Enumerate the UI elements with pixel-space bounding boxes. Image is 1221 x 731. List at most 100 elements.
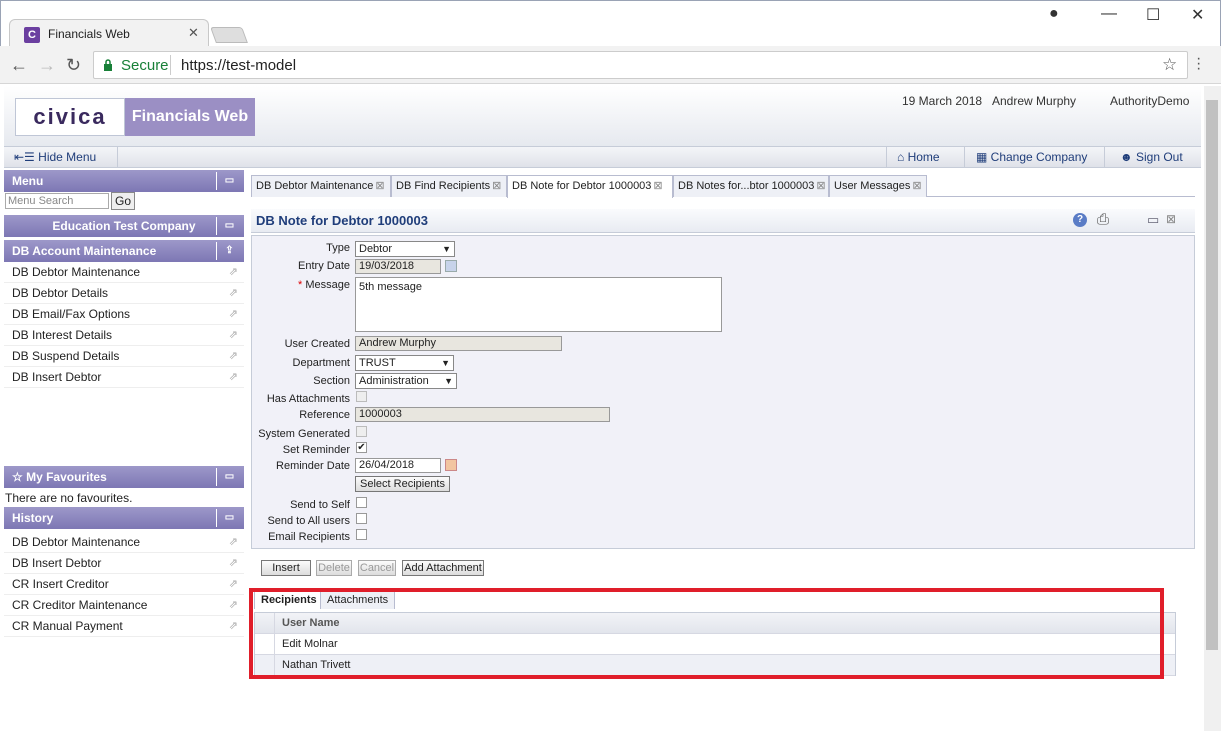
dropdown-arrow-icon: ▼ [444, 376, 453, 386]
print-icon[interactable]: ⎙ [1097, 211, 1109, 228]
reminder-date-field[interactable]: 26/04/2018 [355, 458, 441, 473]
close-panel-icon[interactable]: ⊠ [1166, 212, 1176, 226]
tab-note-for-debtor[interactable]: DB Note for Debtor 1000003 ⊠ [507, 175, 673, 198]
entry-date-field[interactable]: 19/03/2018 [355, 259, 441, 274]
open-external-icon[interactable]: ⇗ [229, 553, 238, 574]
tab-notes-for-debtor[interactable]: DB Notes for...btor 1000003 ⊠ [673, 175, 829, 197]
cancel-button[interactable]: Cancel [358, 560, 396, 576]
history-item[interactable]: CR Creditor Maintenance ⇗ [4, 595, 244, 616]
close-window-icon[interactable]: ✕ [1191, 5, 1204, 25]
select-recipients-button[interactable]: Select Recipients [355, 476, 450, 492]
company-header[interactable]: Education Test Company ▭ [4, 215, 244, 237]
back-icon[interactable]: ← [10, 55, 28, 76]
tab-close-icon[interactable]: ⊠ [375, 180, 384, 192]
open-external-icon[interactable]: ⇗ [229, 574, 238, 595]
user-created-field[interactable]: Andrew Murphy [355, 336, 562, 351]
section-select[interactable]: Administration ▼ [355, 373, 457, 389]
history-item[interactable]: DB Debtor Maintenance ⇗ [4, 532, 244, 553]
tab-find-recipients[interactable]: DB Find Recipients ⊠ [391, 175, 507, 197]
help-icon[interactable]: ? [1073, 213, 1087, 227]
system-generated-checkbox[interactable] [356, 426, 367, 437]
open-external-icon[interactable]: ⇗ [229, 283, 238, 304]
menu-item[interactable]: DB Email/Fax Options ⇗ [4, 304, 244, 325]
history-item[interactable]: CR Insert Creditor ⇗ [4, 574, 244, 595]
has-attachments-checkbox[interactable] [356, 391, 367, 402]
address-bar[interactable]: Secure https://test-model ☆ [93, 51, 1188, 79]
section-header[interactable]: DB Account Maintenance ⇪ [4, 240, 244, 262]
change-company-link[interactable]: ▦ Change Company [976, 150, 1087, 164]
open-external-icon[interactable]: ⇗ [229, 532, 238, 553]
send-to-all-checkbox[interactable] [356, 513, 367, 524]
type-select[interactable]: Debtor ▼ [355, 241, 455, 257]
reference-field[interactable]: 1000003 [355, 407, 610, 422]
tab-user-messages[interactable]: User Messages ⊠ [829, 175, 927, 197]
tab-close-icon[interactable]: ⊠ [816, 180, 825, 192]
calendar-icon[interactable] [445, 260, 457, 272]
section-up-icon[interactable]: ⇪ [216, 242, 242, 260]
panel-title-bar: DB Note for Debtor 1000003 ? ⎙ ▭ ⊠ [251, 209, 1195, 233]
menu-item[interactable]: DB Interest Details ⇗ [4, 325, 244, 346]
header-authority: AuthorityDemo [1110, 94, 1190, 108]
email-recipients-checkbox[interactable] [356, 529, 367, 540]
tab-close-icon[interactable]: ⊠ [492, 180, 501, 192]
hide-menu-label: Hide Menu [38, 150, 97, 164]
open-external-icon[interactable]: ⇗ [229, 346, 238, 367]
history-item[interactable]: DB Insert Debtor ⇗ [4, 553, 244, 574]
bookmark-star-icon[interactable]: ☆ [1162, 55, 1177, 75]
maximize-icon[interactable]: ☐ [1146, 5, 1160, 25]
menu-item[interactable]: DB Debtor Maintenance ⇗ [4, 262, 244, 283]
browser-menu-icon[interactable]: · · · [1196, 51, 1201, 77]
reminder-date-label: Reminder Date [276, 460, 350, 472]
open-external-icon[interactable]: ⇗ [229, 595, 238, 616]
browser-window-top: C Financials Web ✕ ● — ☐ ✕ [0, 0, 1221, 48]
url-text[interactable]: https://test-model [181, 57, 296, 74]
open-external-icon[interactable]: ⇗ [229, 367, 238, 388]
insert-button[interactable]: Insert [261, 560, 311, 576]
set-reminder-checkbox[interactable]: ✔ [356, 442, 367, 453]
add-attachment-button[interactable]: Add Attachment [402, 560, 484, 576]
star-icon: ☆ [12, 470, 27, 484]
menu-go-button[interactable]: Go [111, 192, 135, 210]
delete-button[interactable]: Delete [316, 560, 352, 576]
change-company-label: Change Company [990, 150, 1088, 164]
panel-pin-icon[interactable]: ▭ [216, 172, 242, 190]
hide-menu-button[interactable]: ⇤☰ Hide Menu [14, 150, 96, 164]
menu-item[interactable]: DB Insert Debtor ⇗ [4, 367, 244, 388]
menu-item-label: DB Insert Debtor [12, 370, 102, 384]
menu-item-label: DB Suspend Details [12, 349, 120, 363]
new-tab-button[interactable] [210, 27, 248, 43]
favourites-pin-icon[interactable]: ▭ [216, 468, 242, 486]
reload-icon[interactable]: ↻ [66, 55, 81, 76]
browser-tab[interactable]: C Financials Web ✕ [9, 19, 209, 48]
menu-title: Menu [12, 174, 44, 188]
message-textarea[interactable]: 5th message [355, 277, 722, 332]
send-to-self-checkbox[interactable] [356, 497, 367, 508]
sign-out-link[interactable]: ☻ Sign Out [1120, 150, 1183, 164]
department-select[interactable]: TRUST ▼ [355, 355, 454, 371]
open-external-icon[interactable]: ⇗ [229, 616, 238, 637]
profile-icon[interactable]: ● [1049, 5, 1059, 23]
menu-item[interactable]: DB Debtor Details ⇗ [4, 283, 244, 304]
scrollbar-thumb[interactable] [1206, 100, 1218, 650]
history-header: History ▭ [4, 507, 244, 529]
tab-close-icon[interactable]: ✕ [188, 25, 199, 41]
menu-item-label: DB Debtor Maintenance [12, 265, 141, 279]
tab-close-icon[interactable]: ⊠ [653, 180, 662, 192]
building-icon: ▦ [976, 150, 991, 164]
note-form: Type Debtor ▼ Entry Date 19/03/2018 * Mes… [251, 235, 1195, 549]
history-item[interactable]: CR Manual Payment ⇗ [4, 616, 244, 637]
calendar-icon[interactable] [445, 459, 457, 471]
company-pin-icon[interactable]: ▭ [216, 217, 242, 235]
menu-item[interactable]: DB Suspend Details ⇗ [4, 346, 244, 367]
minimize-icon[interactable]: — [1101, 5, 1117, 23]
home-link[interactable]: ⌂ Home [897, 150, 940, 164]
tab-close-icon[interactable]: ⊠ [912, 180, 921, 192]
history-pin-icon[interactable]: ▭ [216, 509, 242, 527]
open-external-icon[interactable]: ⇗ [229, 304, 238, 325]
forward-icon[interactable]: → [38, 55, 56, 76]
tab-debtor-maintenance[interactable]: DB Debtor Maintenance ⊠ [251, 175, 391, 197]
open-external-icon[interactable]: ⇗ [229, 325, 238, 346]
open-external-icon[interactable]: ⇗ [229, 262, 238, 283]
popout-icon[interactable]: ▭ [1147, 212, 1159, 228]
menu-search-input[interactable]: Menu Search [5, 193, 109, 209]
